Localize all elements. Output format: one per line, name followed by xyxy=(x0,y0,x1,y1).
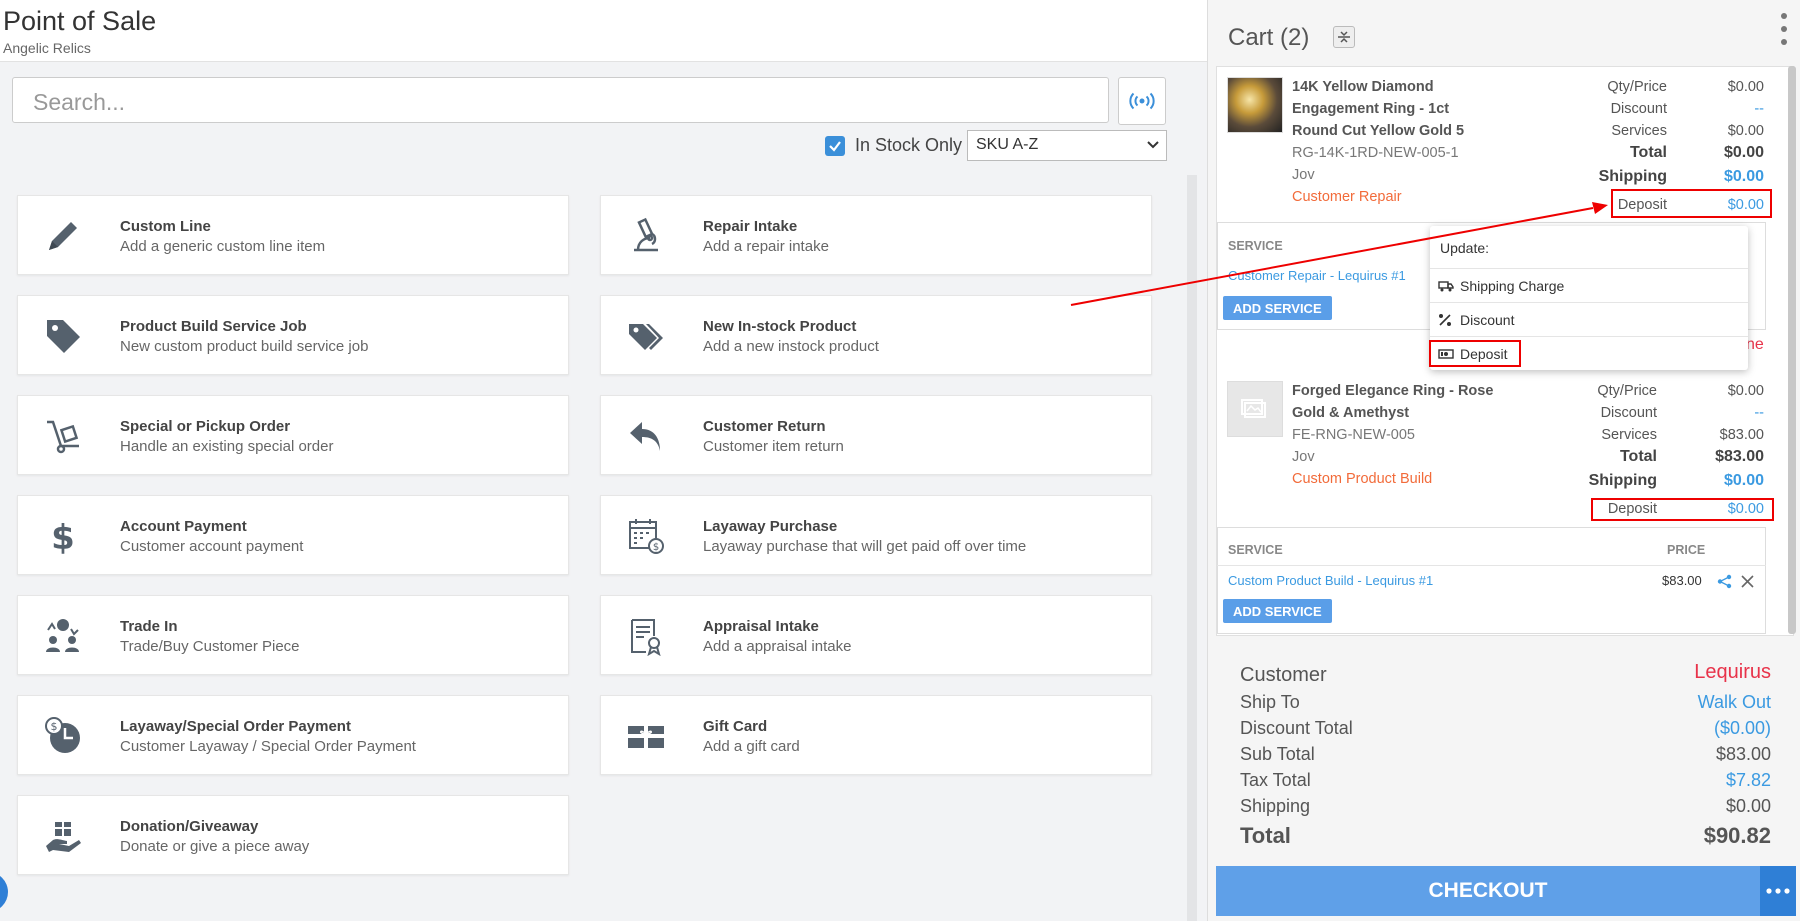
ship-to-value[interactable]: Walk Out xyxy=(1698,692,1771,713)
discount-total-label: Discount Total xyxy=(1240,718,1353,738)
tax-total-label: Tax Total xyxy=(1240,770,1311,790)
grand-total-value: $90.82 xyxy=(1703,823,1771,848)
more-dots-icon xyxy=(1766,888,1790,894)
checkout-more-button[interactable] xyxy=(1760,866,1796,916)
ship-to-label: Ship To xyxy=(1240,692,1300,712)
customer-label: Customer xyxy=(1240,664,1327,686)
subtotal-value: $83.00 xyxy=(1715,744,1771,764)
discount-total-value[interactable]: ($0.00) xyxy=(1714,718,1771,739)
checkout-button[interactable]: CHECKOUT xyxy=(1216,866,1760,916)
grand-total-label: Total xyxy=(1240,823,1291,848)
shipping-total-value: $0.00 xyxy=(1725,796,1771,816)
annotation-arrow xyxy=(1070,202,1608,306)
customer-value[interactable]: Lequirus xyxy=(1694,661,1771,684)
shipping-total-label: Shipping xyxy=(1240,796,1311,816)
subtotal-label: Sub Total xyxy=(1240,744,1315,764)
tax-total-value[interactable]: $7.82 xyxy=(1726,770,1771,791)
